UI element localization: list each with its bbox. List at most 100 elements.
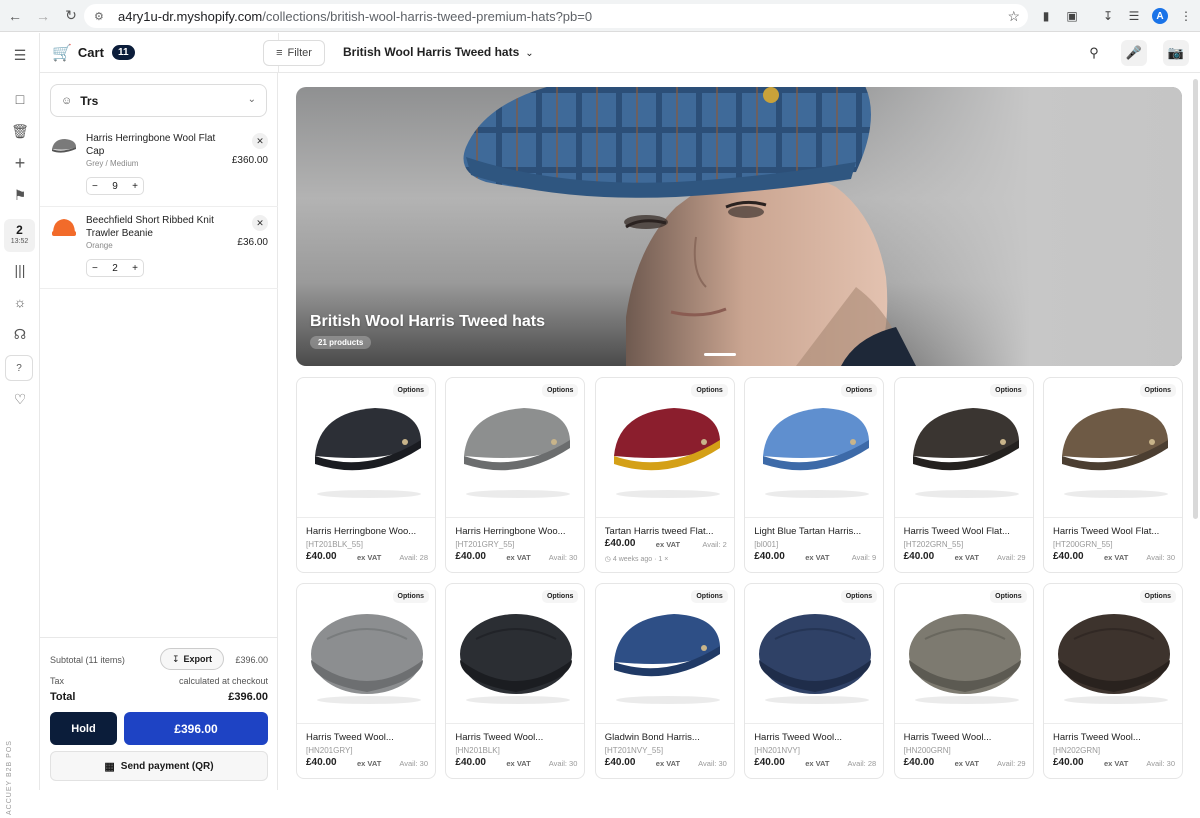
availability: Avail: 2 (702, 540, 727, 549)
product-card[interactable]: Options Harris Herringbone Woo... [HT201… (445, 377, 586, 573)
vat-label: ex VAT (805, 759, 830, 768)
product-card[interactable]: Options Harris Tweed Wool... [HN201NVY] … (744, 583, 885, 779)
increment-icon[interactable]: + (132, 263, 138, 274)
person-icon: ☺ (61, 94, 73, 107)
product-image[interactable] (1044, 584, 1182, 724)
options-badge[interactable]: Options (541, 590, 579, 603)
product-name: Light Blue Tartan Harris... (754, 526, 862, 537)
bell-icon[interactable]: ♡ (8, 387, 32, 411)
customer-selector[interactable]: ☺ Trs ⌄ (50, 84, 267, 117)
trash-icon[interactable]: 🗑 (8, 119, 32, 143)
subtotal-label: Subtotal (11 items) (50, 655, 125, 665)
barcode-icon[interactable]: ||| (8, 258, 32, 282)
product-image[interactable] (297, 378, 435, 518)
back-icon[interactable]: ← (2, 3, 28, 29)
cart-line-item[interactable]: Beechfield Short Ribbed Knit Trawler Bea… (40, 207, 278, 289)
menu-icon[interactable]: ☰ (8, 43, 32, 67)
increment-icon[interactable]: + (132, 181, 138, 192)
export-button[interactable]: ↧ Export (160, 648, 224, 670)
options-badge[interactable]: Options (990, 590, 1027, 603)
hat-illustration (763, 408, 870, 498)
options-badge[interactable]: Options (990, 384, 1027, 397)
hat-illustration (1062, 408, 1168, 498)
site-info-icon[interactable]: ⚙ (94, 10, 110, 23)
options-badge[interactable]: Options (392, 384, 429, 397)
search-icon[interactable]: ⚲ (1081, 40, 1107, 66)
product-image[interactable] (297, 584, 435, 724)
camera-icon[interactable]: 📷 (1163, 40, 1189, 66)
vat-label: ex VAT (357, 759, 382, 768)
product-sku: [HT201GRY_55] (455, 540, 515, 549)
clock-icon: ◷ (604, 556, 611, 563)
product-card[interactable]: Options Harris Tweed Wool Flat... [HT202… (893, 377, 1034, 573)
remove-item-close-icon[interactable]: ✕ (252, 133, 268, 149)
bookmark-star-icon[interactable]: ☆ (1007, 8, 1020, 25)
options-badge[interactable]: Options (691, 590, 728, 603)
product-image[interactable] (595, 378, 734, 518)
product-image[interactable] (745, 378, 884, 518)
collection-selector[interactable]: British Wool Harris Tweed hats ⌄ (343, 45, 534, 59)
microphone-icon[interactable]: 🎤 (1121, 40, 1147, 66)
product-card[interactable]: Options Harris Tweed Wool... [HN202GRN] … (1043, 583, 1183, 779)
carousel-indicator[interactable] (704, 353, 736, 356)
options-badge[interactable]: Options (541, 384, 579, 397)
quantity-value: 9 (112, 180, 118, 192)
decrement-icon[interactable]: − (92, 263, 98, 274)
product-image[interactable] (595, 584, 734, 724)
product-name: Gladwin Bond Harris... (604, 732, 700, 743)
product-image[interactable] (446, 378, 585, 518)
options-badge[interactable]: Options (691, 384, 728, 397)
quantity-stepper[interactable]: − 2 + (86, 259, 144, 277)
chat-icon[interactable]: □ (8, 87, 32, 111)
product-card[interactable]: Options Tartan Harris tweed Flat... £40.… (594, 377, 735, 573)
options-badge[interactable]: Options (1139, 590, 1176, 603)
filter-button[interactable]: ≡ Filter (263, 40, 325, 66)
decrement-icon[interactable]: − (92, 181, 98, 192)
product-card[interactable]: Options Gladwin Bond Harris... [HT201NVY… (594, 583, 735, 779)
tag-icon[interactable]: ⚑ (8, 183, 32, 207)
product-card[interactable]: Options Harris Herringbone Woo... [HT201… (296, 377, 436, 573)
hold-button[interactable]: Hold (50, 712, 117, 745)
sun-icon[interactable]: ☼ (8, 290, 32, 314)
menu-kebab-icon[interactable]: ⋮ (1176, 6, 1196, 26)
product-image[interactable] (1044, 378, 1182, 518)
product-image[interactable] (446, 584, 585, 724)
quantity-stepper[interactable]: − 9 + (86, 177, 144, 195)
download-icon[interactable]: ↧ (1098, 6, 1118, 26)
profile-avatar[interactable]: A (1152, 8, 1168, 24)
availability: Avail: 30 (698, 759, 727, 768)
send-payment-qr-button[interactable]: ▦ Send payment (QR) (50, 751, 268, 781)
product-image[interactable] (894, 584, 1033, 724)
product-card[interactable]: Options Harris Tweed Wool... [HN200GRN] … (893, 583, 1034, 779)
availability: Avail: 30 (399, 759, 428, 768)
browser-toolbar: ← → ↻ ⚙ a4ry1u-dr.myshopify.com/collecti… (0, 0, 1200, 32)
product-image[interactable] (894, 378, 1033, 518)
puzzle-icon[interactable]: ▣ (1062, 6, 1082, 26)
media-icon[interactable]: ☰ (1124, 6, 1144, 26)
help-button[interactable]: ? (5, 355, 33, 381)
product-card[interactable]: Options Harris Tweed Wool Flat... [HT200… (1043, 377, 1183, 573)
session-badge[interactable]: 2 13:52 (4, 219, 35, 252)
extension-icon[interactable]: ▮ (1036, 6, 1056, 26)
recent-purchase-note: ◷ 4 weeks ago · 1 × (605, 555, 669, 563)
options-badge[interactable]: Options (1139, 384, 1176, 397)
vat-label: ex VAT (954, 553, 979, 562)
product-card[interactable]: Options Harris Tweed Wool... [HN201GRY] … (296, 583, 436, 779)
reload-icon[interactable]: ↻ (58, 3, 84, 29)
product-card[interactable]: Options Light Blue Tartan Harris... [bl0… (744, 377, 885, 573)
remove-item-close-icon[interactable]: ✕ (252, 215, 268, 231)
address-bar[interactable]: ⚙ a4ry1u-dr.myshopify.com/collections/br… (84, 4, 1028, 28)
product-sku: [HT200GRN_55] (1053, 540, 1113, 549)
availability: Avail: 9 (851, 553, 877, 562)
options-badge[interactable]: Options (840, 590, 878, 603)
options-badge[interactable]: Options (392, 590, 429, 603)
product-card[interactable]: Options Harris Tweed Wool... [HN201BLK] … (445, 583, 586, 779)
options-badge[interactable]: Options (840, 384, 878, 397)
pay-button[interactable]: £396.00 (124, 712, 268, 745)
cart-line-item[interactable]: Harris Herringbone Wool Flat Cap Grey / … (40, 125, 278, 207)
product-image[interactable] (745, 584, 884, 724)
headset-icon[interactable]: ☊ (8, 322, 32, 346)
forward-icon[interactable]: → (30, 3, 56, 29)
page-scrollbar[interactable] (1193, 79, 1198, 519)
plus-icon[interactable]: + (8, 151, 32, 175)
